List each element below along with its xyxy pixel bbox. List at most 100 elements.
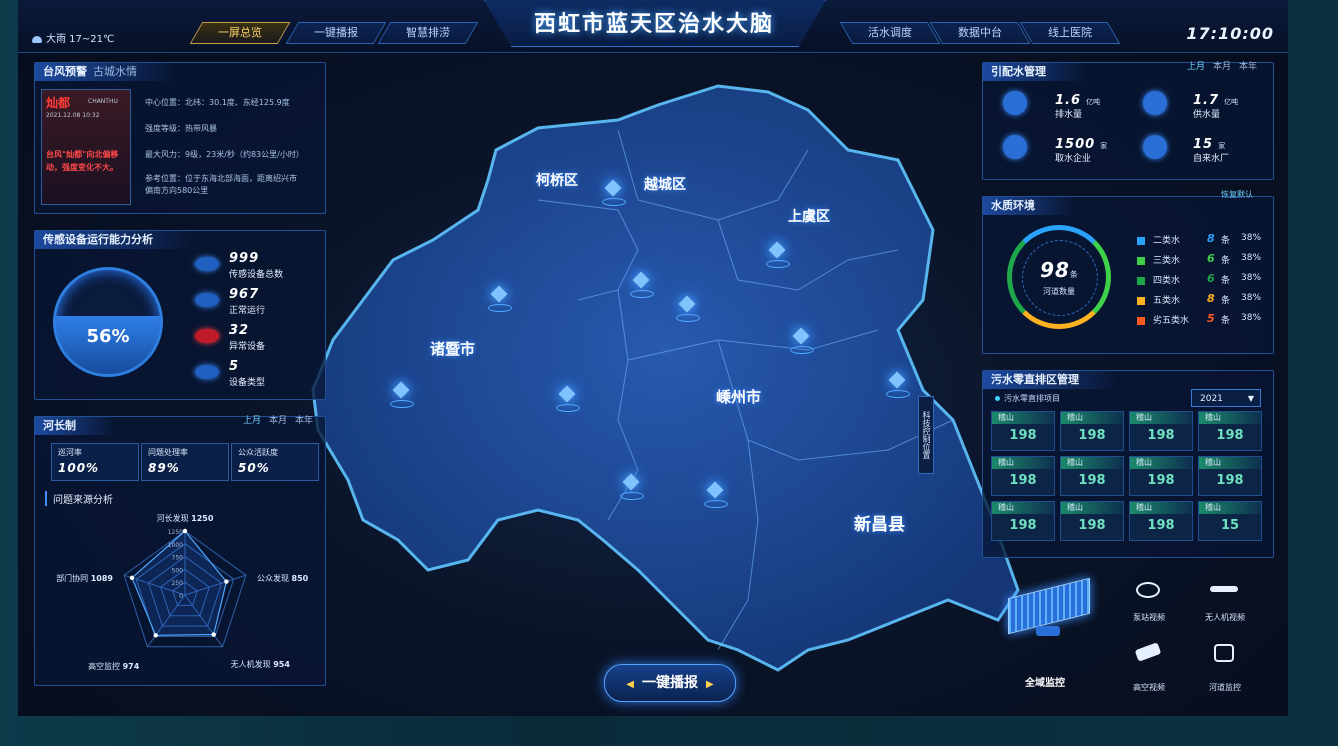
radar-axis-label: 高空监控 974 <box>88 661 140 671</box>
high-camera-icon[interactable] <box>1128 640 1168 668</box>
quality-row[interactable]: 四类水 6 条 38% <box>1137 272 1267 293</box>
typhoon-title: 台风预警 <box>43 65 87 78</box>
typhoon-card[interactable]: 灿都 CHANTHU 2021.12.08 10:32 台风"灿都"向北偏移动，… <box>41 89 131 205</box>
supply-item-supply[interactable]: 1.7 亿吨 供水量 <box>1143 87 1263 127</box>
sensor-percent: 56% <box>86 326 130 347</box>
nav-tab-data-center[interactable]: 数据中台 <box>929 22 1031 44</box>
sewage-cell[interactable]: 稽山 198 <box>1129 456 1193 496</box>
sewage-cell-value: 198 <box>1147 473 1175 488</box>
drain-icon <box>1003 91 1027 115</box>
camera-illustration[interactable] <box>1000 574 1096 638</box>
sewage-cell[interactable]: 稽山 198 <box>1129 411 1193 451</box>
period-this-year[interactable]: 本年 <box>295 416 313 426</box>
water-quality-header: 水质环境 <box>983 197 1075 215</box>
map-pin-icon[interactable] <box>390 384 414 408</box>
map-pin-icon[interactable] <box>556 388 580 412</box>
map-pin-icon[interactable] <box>766 244 790 268</box>
sensor-item[interactable]: 32 异常设备 <box>195 323 317 359</box>
sewage-cell[interactable]: 稽山 198 <box>991 501 1055 541</box>
period-last-month[interactable]: 上月 <box>1187 62 1205 72</box>
supply-item-waterworks[interactable]: 15 家 自来水厂 <box>1143 131 1263 171</box>
nav-tab-water-dispatch[interactable]: 活水调度 <box>839 22 941 44</box>
kpi-public-activity[interactable]: 公众活跃度 50% <box>231 443 319 481</box>
pump-camera-icon[interactable] <box>1128 576 1168 604</box>
clock: 17:10:00 <box>1186 24 1274 43</box>
sensor-item[interactable]: 5 设备类型 <box>195 359 317 395</box>
map-vertical-tag[interactable]: 科技控制位置 <box>918 396 934 474</box>
nav-tab-drainage[interactable]: 智慧排涝 <box>377 22 479 44</box>
sensor-item[interactable]: 999 传感设备总数 <box>195 251 317 287</box>
sewage-cell[interactable]: 稽山 15 <box>1198 501 1262 541</box>
river-monitor-label[interactable]: 河道监控 <box>1190 682 1260 693</box>
sensor-normal-label: 正常运行 <box>229 306 266 316</box>
map-pin-icon[interactable] <box>488 288 512 312</box>
map-pin-icon[interactable] <box>602 182 626 206</box>
year-select-value: 2021 <box>1200 394 1223 404</box>
sewage-cell[interactable]: 稽山 198 <box>1129 501 1193 541</box>
quality-ring: 98条 河道数量 <box>1007 225 1111 329</box>
page-title: 西虹市蓝天区治水大脑 <box>533 12 774 37</box>
sewage-legend: 污水零直排项目 <box>995 393 1060 404</box>
quality-row[interactable]: 劣五类水 5 条 38% <box>1137 312 1267 333</box>
legend-dot-icon <box>995 396 1000 401</box>
high-video-label[interactable]: 高空视频 <box>1114 682 1184 693</box>
nav-tab-overview[interactable]: 一屏总览 <box>189 22 291 44</box>
river-chief-panel: 河长制 上月 本月 本年 巡河率 100% 问题处理率 89% 公众活跃度 50% … <box>34 416 326 686</box>
weather-text: 大雨 17~21℃ <box>46 34 115 45</box>
period-this-year[interactable]: 本年 <box>1239 62 1257 72</box>
radar-point <box>153 633 158 638</box>
sewage-cell[interactable]: 稽山 198 <box>991 411 1055 451</box>
map-pin-icon[interactable] <box>630 274 654 298</box>
nav-tab-online-hospital[interactable]: 线上医院 <box>1019 22 1121 44</box>
supply-item-enterprises[interactable]: 1500 家 取水企业 <box>1003 131 1123 171</box>
quality-row[interactable]: 五类水 8 条 38% <box>1137 292 1267 313</box>
sewage-cell[interactable]: 稽山 198 <box>1198 456 1262 496</box>
quality-row[interactable]: 三类水 6 条 38% <box>1137 252 1267 273</box>
year-select[interactable]: 2021 ▼ <box>1191 389 1261 407</box>
sewage-cell-value: 198 <box>1009 473 1037 488</box>
map-pin-icon[interactable] <box>886 374 910 398</box>
kpi-problem-rate[interactable]: 问题处理率 89% <box>141 443 229 481</box>
district-shangyu[interactable]: 上虞区 <box>788 206 830 226</box>
river-camera-icon[interactable] <box>1204 640 1244 668</box>
radar-tick-label: 750 <box>172 555 184 562</box>
sewage-cell-value: 198 <box>1216 473 1244 488</box>
district-xinchang[interactable]: 新昌县 <box>854 510 905 535</box>
quality-unit: 条 <box>1221 296 1231 306</box>
period-this-month[interactable]: 本月 <box>269 416 287 426</box>
period-this-month[interactable]: 本月 <box>1213 62 1231 72</box>
supply-value: 1.7 <box>1193 93 1220 108</box>
main-monitor-label[interactable]: 全域监控 <box>1010 674 1080 689</box>
map-pin-icon[interactable] <box>704 484 728 508</box>
quality-row[interactable]: 二类水 8 条 38% <box>1137 232 1267 253</box>
sewage-cell[interactable]: 稽山 198 <box>1060 411 1124 451</box>
quality-name: 劣五类水 <box>1153 316 1190 326</box>
sewage-cell-name: 稽山 <box>992 502 1054 514</box>
district-keqiao[interactable]: 柯桥区 <box>536 170 578 190</box>
kpi-patrol-rate[interactable]: 巡河率 100% <box>51 443 139 481</box>
map-pin-icon[interactable] <box>790 330 814 354</box>
map-pin-icon[interactable] <box>620 476 644 500</box>
sewage-cell[interactable]: 稽山 198 <box>1060 456 1124 496</box>
one-click-broadcast-button[interactable]: ◀ 一键播报 ▶ <box>604 664 736 702</box>
sensor-item[interactable]: 967 正常运行 <box>195 287 317 323</box>
pump-camera-label[interactable]: 泵站视频 <box>1114 612 1184 623</box>
district-shengzhou[interactable]: 嵊州市 <box>716 386 761 407</box>
typhoon-subtitle[interactable]: 古城水情 <box>93 65 137 78</box>
drone-icon[interactable] <box>1204 576 1244 604</box>
quality-name: 四类水 <box>1153 276 1181 286</box>
drone-video-label[interactable]: 无人机视频 <box>1190 612 1260 623</box>
district-zhuji[interactable]: 诸暨市 <box>430 338 475 359</box>
typhoon-wind: 最大风力：9级，23米/秒（约83公里/小时） <box>145 150 304 159</box>
supply-item-drain[interactable]: 1.6 亿吨 排水量 <box>1003 87 1123 127</box>
quality-legend: 二类水 8 条 38% 三类水 6 条 38% 四类水 6 条 38% 五类水 8 条 38% 劣五类水 5 条 38… <box>1137 232 1267 333</box>
sewage-cell[interactable]: 稽山 198 <box>991 456 1055 496</box>
sewage-cell[interactable]: 稽山 198 <box>1198 411 1262 451</box>
period-last-month[interactable]: 上月 <box>243 416 261 426</box>
map-pin-icon[interactable] <box>676 298 700 322</box>
reset-default-link[interactable]: 恢复默认 <box>1221 189 1253 200</box>
district-yuecheng[interactable]: 越城区 <box>644 174 686 194</box>
sewage-cell[interactable]: 稽山 198 <box>1060 501 1124 541</box>
nav-tab-broadcast[interactable]: 一键播报 <box>285 22 387 44</box>
kpi-label: 公众活跃度 <box>238 448 278 457</box>
